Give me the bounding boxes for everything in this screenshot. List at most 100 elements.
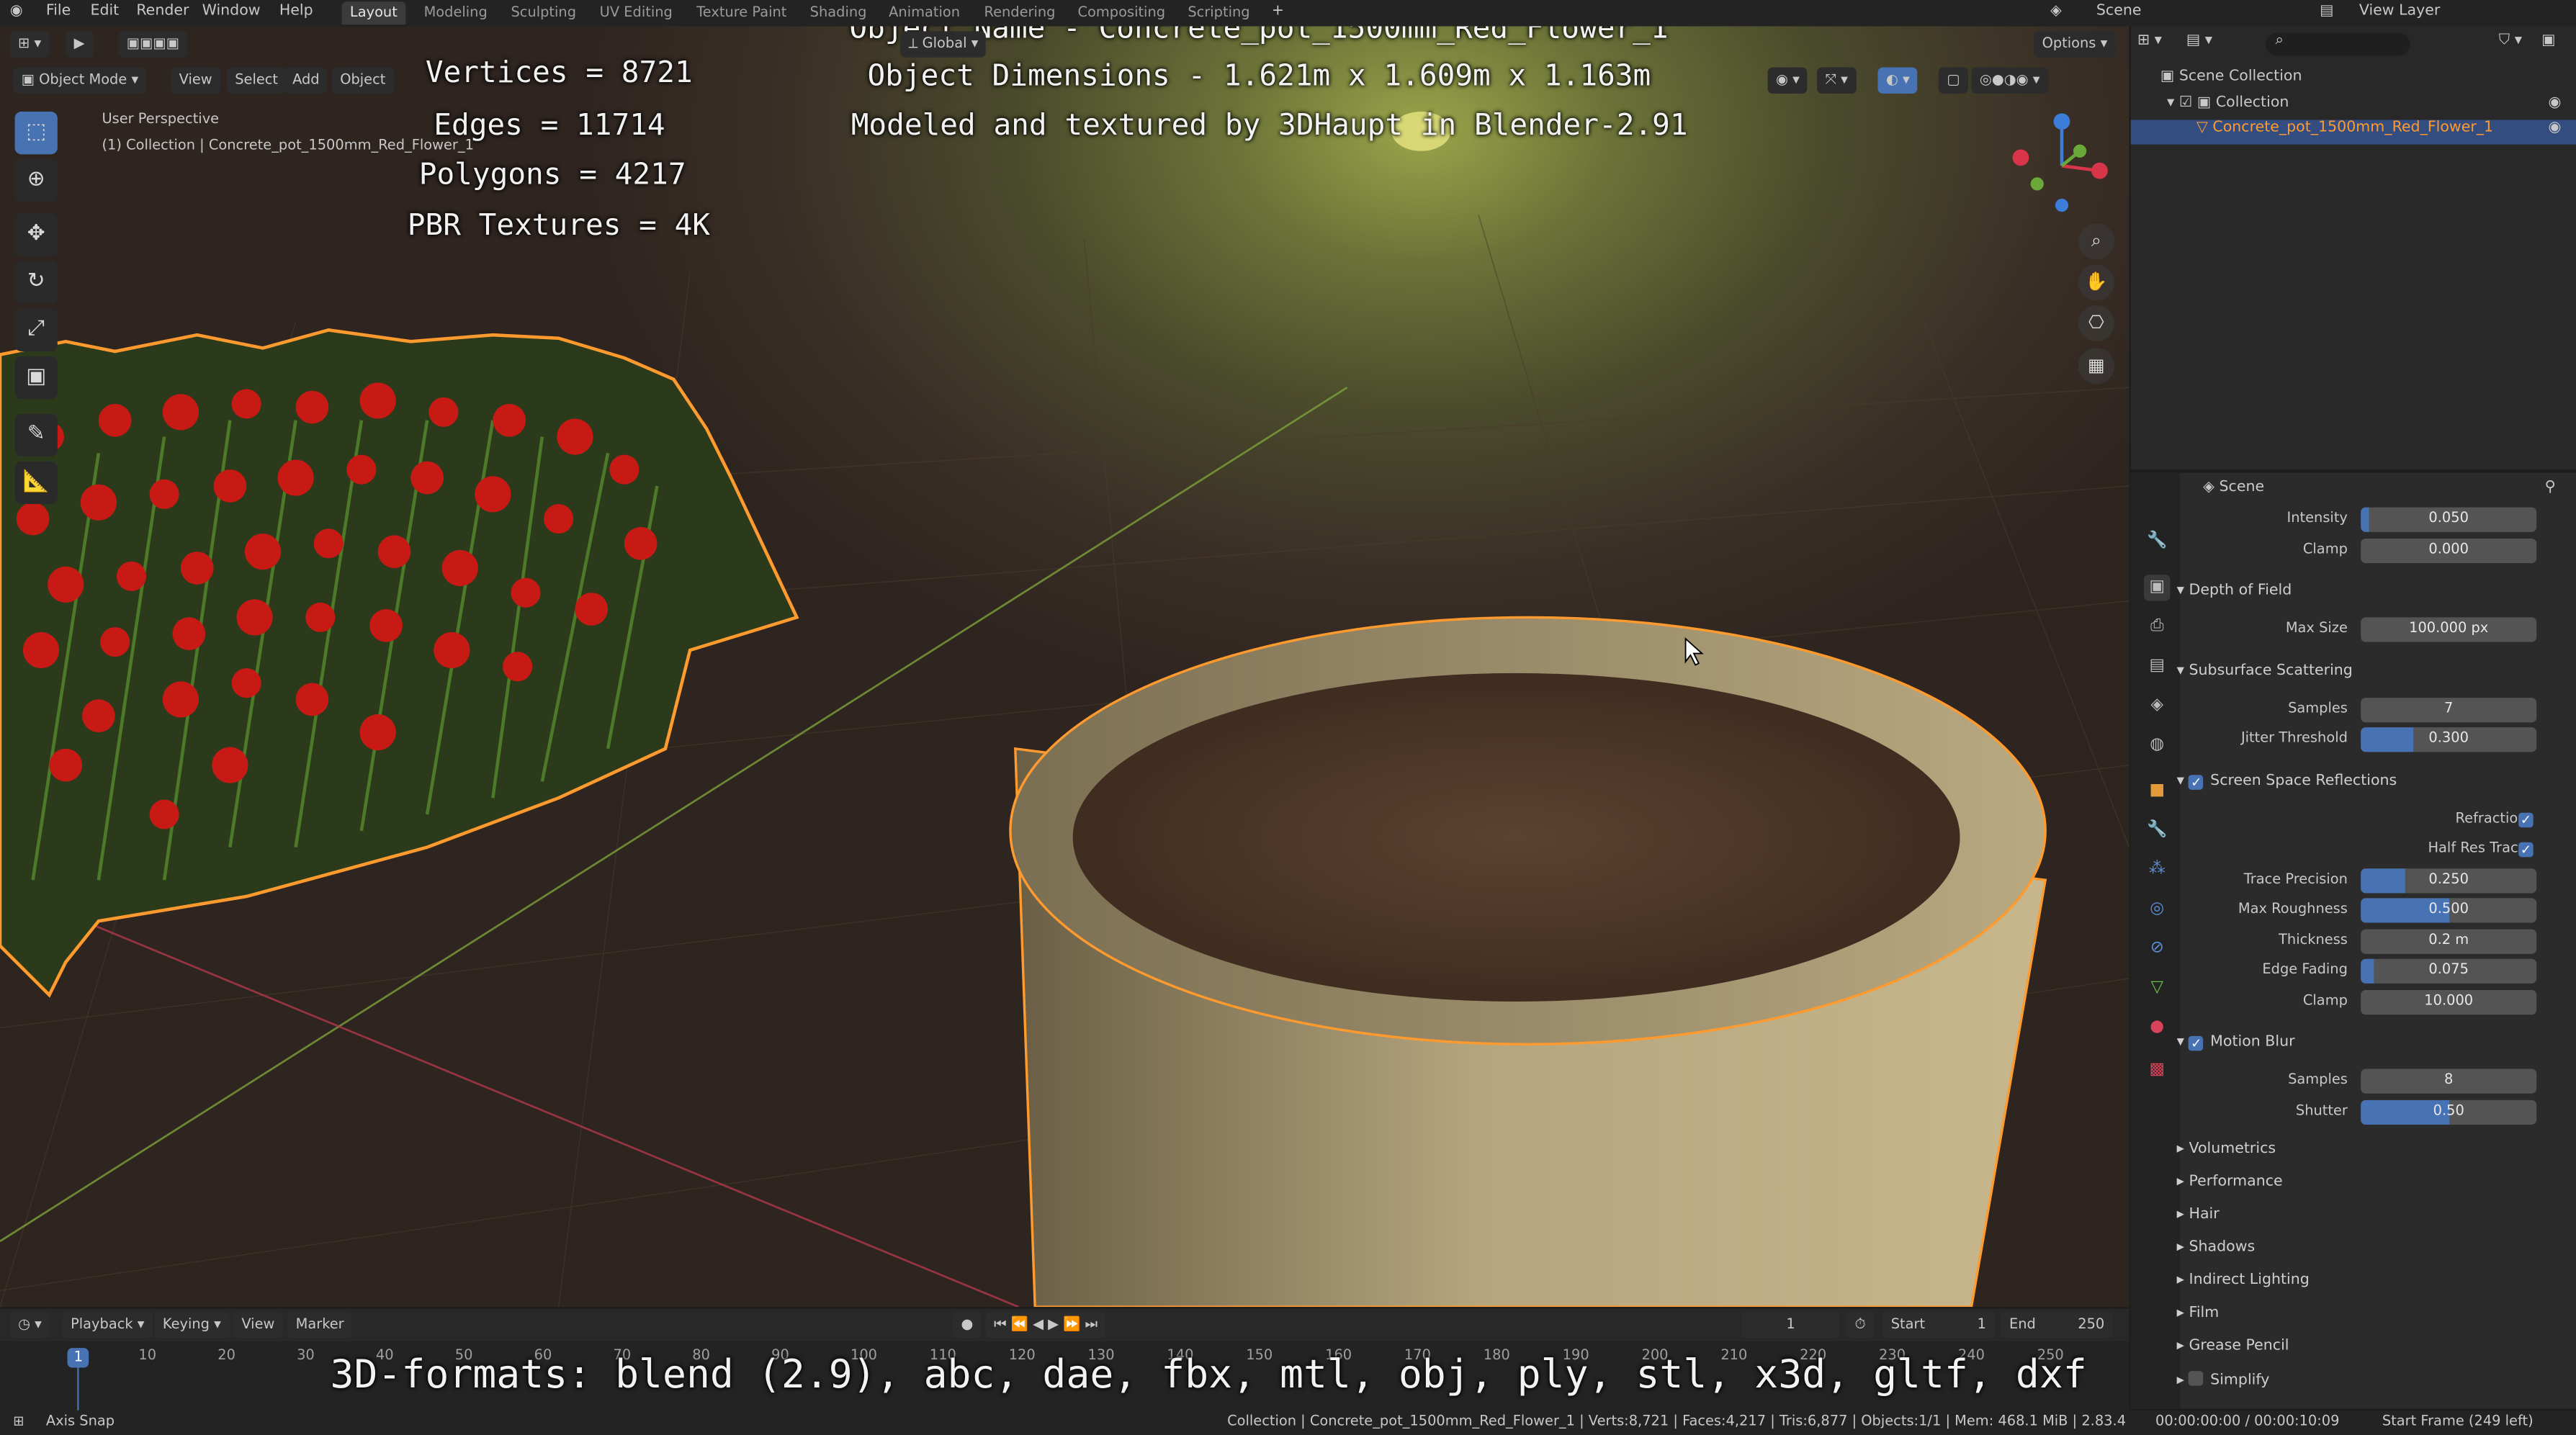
- visibility-icon[interactable]: ◉ ▾: [1767, 67, 1808, 94]
- filter-icon[interactable]: ⛉ ▾: [2499, 33, 2522, 50]
- property-field[interactable]: 0.075: [2361, 958, 2537, 984]
- menu-object[interactable]: Object: [331, 67, 394, 94]
- rotate-tool[interactable]: ↻: [14, 261, 58, 304]
- collection-checkbox[interactable]: ☑: [2179, 95, 2192, 112]
- property-field[interactable]: 0.2 m: [2361, 928, 2537, 953]
- property-field[interactable]: 100.000 px: [2361, 617, 2537, 642]
- blender-logo-icon[interactable]: ◉: [10, 4, 23, 20]
- collapsed-panel[interactable]: ▸ Volumetrics: [2177, 1141, 2276, 1158]
- playback-menu[interactable]: Playback ▾: [62, 1311, 153, 1339]
- eye-icon[interactable]: ◉: [2549, 95, 2562, 112]
- timeline-view-menu[interactable]: View: [233, 1311, 283, 1339]
- tab-texture-paint[interactable]: Texture Paint: [688, 1, 795, 24]
- property-field[interactable]: 7: [2361, 696, 2537, 722]
- checkbox-row[interactable]: Refraction ✓: [2131, 805, 2576, 835]
- tab-compositing[interactable]: Compositing: [1069, 1, 1173, 24]
- navigation-gizmo[interactable]: [2004, 109, 2119, 224]
- marker-menu[interactable]: Marker: [287, 1311, 353, 1339]
- collapsed-panel[interactable]: ▸ Performance: [2177, 1174, 2283, 1190]
- orientation-dropdown[interactable]: ⟂ Global ▾: [900, 31, 987, 58]
- view-layer-icon[interactable]: ▤: [2320, 4, 2333, 20]
- property-field[interactable]: 0.500: [2361, 898, 2537, 923]
- xray-toggle-icon[interactable]: ▢: [1938, 67, 1969, 94]
- menu-view[interactable]: View: [171, 67, 221, 94]
- screen-space-reflections-panel[interactable]: ▾ ✓ Screen Space Reflections: [2177, 773, 2397, 789]
- editor-type-icon[interactable]: ⊞ ▾: [9, 31, 50, 58]
- property-field[interactable]: 0.050: [2361, 507, 2537, 532]
- select-box-tool[interactable]: ⬚: [14, 112, 58, 155]
- timeline-editor-icon[interactable]: ◷ ▾: [9, 1311, 50, 1339]
- tab-scripting[interactable]: Scripting: [1180, 1, 1258, 24]
- object-eye-icon[interactable]: ◉: [2549, 120, 2562, 136]
- collapsed-panel[interactable]: ▸ Hair: [2177, 1207, 2220, 1223]
- select-mode-icons[interactable]: ▣▣▣▣: [118, 31, 188, 58]
- end-frame-field[interactable]: End 250: [2001, 1311, 2113, 1339]
- menu-window[interactable]: Window: [202, 4, 261, 20]
- add-workspace-icon[interactable]: +: [1272, 4, 1284, 20]
- collapsed-panel[interactable]: ▸ Film: [2177, 1305, 2220, 1322]
- overlay-toggle-icon[interactable]: ◐ ▾: [1877, 67, 1918, 94]
- menu-edit[interactable]: Edit: [90, 4, 119, 20]
- ortho-grid-icon[interactable]: ▦: [2078, 348, 2114, 384]
- menu-select[interactable]: Select: [226, 67, 287, 94]
- menu-file[interactable]: File: [46, 4, 71, 20]
- record-icon[interactable]: ●: [953, 1311, 982, 1339]
- collapsed-panel[interactable]: ▸ Simplify: [2177, 1371, 2269, 1389]
- pan-hand-icon[interactable]: ✋: [2078, 264, 2114, 301]
- playhead-line[interactable]: [77, 1367, 79, 1411]
- current-frame-field[interactable]: 1: [1741, 1311, 1840, 1339]
- panel-enable-checkbox[interactable]: ✓: [2189, 774, 2204, 789]
- camera-view-icon[interactable]: ⎔: [2078, 305, 2114, 342]
- scene-name[interactable]: Scene: [2096, 4, 2142, 20]
- menu-render[interactable]: Render: [136, 4, 189, 20]
- property-field[interactable]: 0.250: [2361, 868, 2537, 893]
- object-row[interactable]: ▽ Concrete_pot_1500mm_Red_Flower_1 ◉: [2130, 120, 2576, 145]
- collapsed-panel[interactable]: ▸ Grease Pencil: [2177, 1338, 2289, 1354]
- tab-layout[interactable]: Layout: [341, 1, 406, 25]
- property-field[interactable]: 0.300: [2361, 727, 2537, 752]
- transform-tool[interactable]: ▣: [14, 356, 58, 400]
- playback-controls-icons[interactable]: ⏮ ⏪ ◀ ▶ ⏩ ⏭: [985, 1311, 1106, 1339]
- scene-icon[interactable]: ◈: [2050, 4, 2062, 20]
- menu-help[interactable]: Help: [279, 4, 313, 20]
- annotate-tool[interactable]: ✎: [14, 413, 58, 456]
- move-tool[interactable]: ✥: [14, 213, 58, 256]
- measure-tool[interactable]: 📐: [14, 461, 58, 505]
- display-mode-icon[interactable]: ▤ ▾: [2186, 33, 2212, 50]
- panel-enable-checkbox[interactable]: [2189, 1371, 2204, 1386]
- depth-of-field-panel[interactable]: ▾ Depth of Field: [2177, 583, 2292, 600]
- 3d-viewport[interactable]: Vertices = 8721 Edges = 11714 Polygons =…: [0, 26, 2130, 1308]
- checkbox[interactable]: ✓: [2518, 842, 2534, 858]
- collapsed-panel[interactable]: ▸ Indirect Lighting: [2177, 1272, 2310, 1289]
- zoom-icon[interactable]: ⌕: [2078, 223, 2114, 260]
- property-field[interactable]: 8: [2361, 1069, 2537, 1094]
- start-frame-field[interactable]: Start 1: [1882, 1311, 1995, 1339]
- gizmo-toggle-icon[interactable]: ⤧ ▾: [1817, 67, 1857, 94]
- checkbox[interactable]: ✓: [2518, 811, 2534, 827]
- options-dropdown[interactable]: Options ▾: [2034, 31, 2116, 58]
- tab-uv-editing[interactable]: UV Editing: [591, 1, 681, 24]
- tab-shading[interactable]: Shading: [802, 1, 875, 24]
- outliner-editor-icon[interactable]: ⊞ ▾: [2137, 33, 2162, 50]
- tab-sculpting[interactable]: Sculpting: [503, 1, 584, 24]
- collapsed-panel[interactable]: ▸ Shadows: [2177, 1240, 2256, 1256]
- motion-blur-panel[interactable]: ▾ ✓ Motion Blur: [2177, 1035, 2295, 1051]
- view-layer-name[interactable]: View Layer: [2359, 4, 2440, 20]
- outliner-search-input[interactable]: ⌕: [2265, 32, 2410, 56]
- cursor-tool[interactable]: ⊕: [14, 159, 58, 202]
- property-field[interactable]: 10.000: [2361, 989, 2537, 1015]
- shading-mode-icons[interactable]: ◎●◑◉ ▾: [1971, 67, 2048, 94]
- new-collection-icon[interactable]: ▣: [2541, 33, 2555, 50]
- tool-select-icon[interactable]: ▶: [66, 31, 93, 58]
- collection-row[interactable]: ▾ ☑ ▣ Collection ◉: [2167, 95, 2562, 112]
- subsurface-scattering-panel[interactable]: ▾ Subsurface Scattering: [2177, 662, 2353, 679]
- keying-menu[interactable]: Keying ▾: [154, 1311, 230, 1339]
- tab-animation[interactable]: Animation: [881, 1, 969, 24]
- scale-tool[interactable]: ⤢: [14, 308, 58, 351]
- use-preview-range-icon[interactable]: ⏱: [1846, 1311, 1875, 1339]
- object-mode-dropdown[interactable]: ▣ Object Mode ▾: [13, 67, 147, 94]
- menu-add[interactable]: Add: [284, 67, 328, 94]
- tab-rendering[interactable]: Rendering: [976, 1, 1064, 24]
- scene-collection-row[interactable]: ▣ Scene Collection: [2160, 69, 2302, 86]
- property-field[interactable]: 0.50: [2361, 1099, 2537, 1124]
